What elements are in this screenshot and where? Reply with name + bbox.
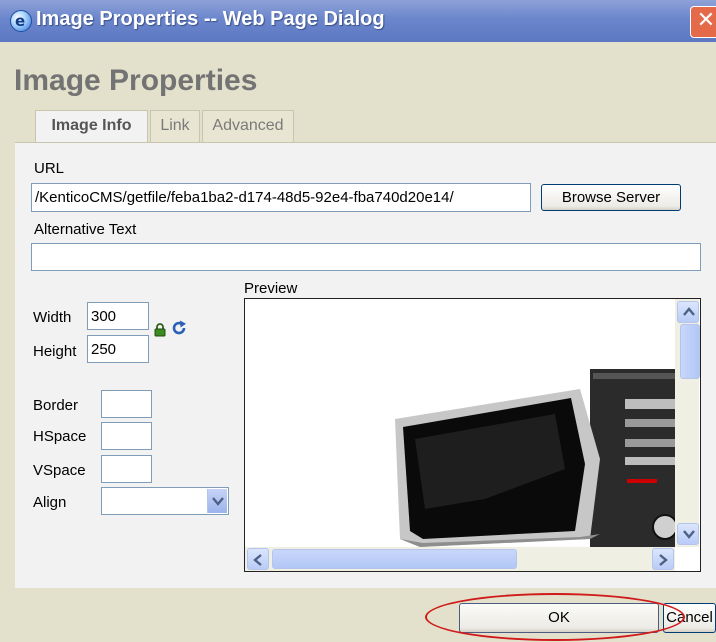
tab-advanced[interactable]: Advanced xyxy=(202,110,294,142)
hspace-label: HSpace xyxy=(33,428,87,445)
width-label: Width xyxy=(33,309,72,326)
reset-size-icon[interactable] xyxy=(171,320,187,336)
url-label: URL xyxy=(34,160,65,177)
scroll-right-button[interactable] xyxy=(652,548,674,570)
alternative-text-label: Alternative Text xyxy=(34,221,137,238)
preview-label: Preview xyxy=(244,280,298,297)
scroll-down-button[interactable] xyxy=(677,523,699,545)
preview-frame xyxy=(244,298,701,572)
vspace-label: VSpace xyxy=(33,462,86,479)
highlight-annotation xyxy=(425,593,685,641)
chevron-down-icon[interactable] xyxy=(207,489,227,513)
preview-image-computer xyxy=(245,299,678,547)
lock-ratio-icon[interactable] xyxy=(154,322,166,337)
align-select[interactable] xyxy=(101,487,229,515)
hspace-input[interactable] xyxy=(101,422,152,450)
height-input[interactable]: 250 xyxy=(87,335,149,363)
url-input[interactable]: /KenticoCMS/getfile/feba1ba2-d174-48d5-9… xyxy=(31,183,531,212)
scroll-left-button[interactable] xyxy=(247,548,269,570)
width-input[interactable]: 300 xyxy=(87,302,149,330)
window-title: Image Properties -- Web Page Dialog xyxy=(36,8,385,30)
alternative-text-input[interactable] xyxy=(31,243,701,271)
tab-link[interactable]: Link xyxy=(150,110,200,142)
align-label: Align xyxy=(33,494,67,511)
scroll-up-button[interactable] xyxy=(677,301,699,323)
vspace-input[interactable] xyxy=(101,455,152,483)
close-button[interactable]: ✕ xyxy=(690,6,716,38)
tab-image-info[interactable]: Image Info xyxy=(35,110,148,143)
height-label: Height xyxy=(33,343,77,360)
border-input[interactable] xyxy=(101,390,152,418)
dialog-window: e Image Properties -- Web Page Dialog ✕ … xyxy=(0,0,716,642)
browse-server-button[interactable]: Browse Server xyxy=(541,184,681,211)
dialog-heading: Image Properties xyxy=(14,64,258,97)
border-label: Border xyxy=(33,397,79,414)
title-bar[interactable]: e Image Properties -- Web Page Dialog ✕ xyxy=(0,0,716,42)
ie-icon: e xyxy=(10,10,32,32)
vertical-scroll-thumb[interactable] xyxy=(680,324,700,379)
horizontal-scroll-thumb[interactable] xyxy=(272,549,517,569)
